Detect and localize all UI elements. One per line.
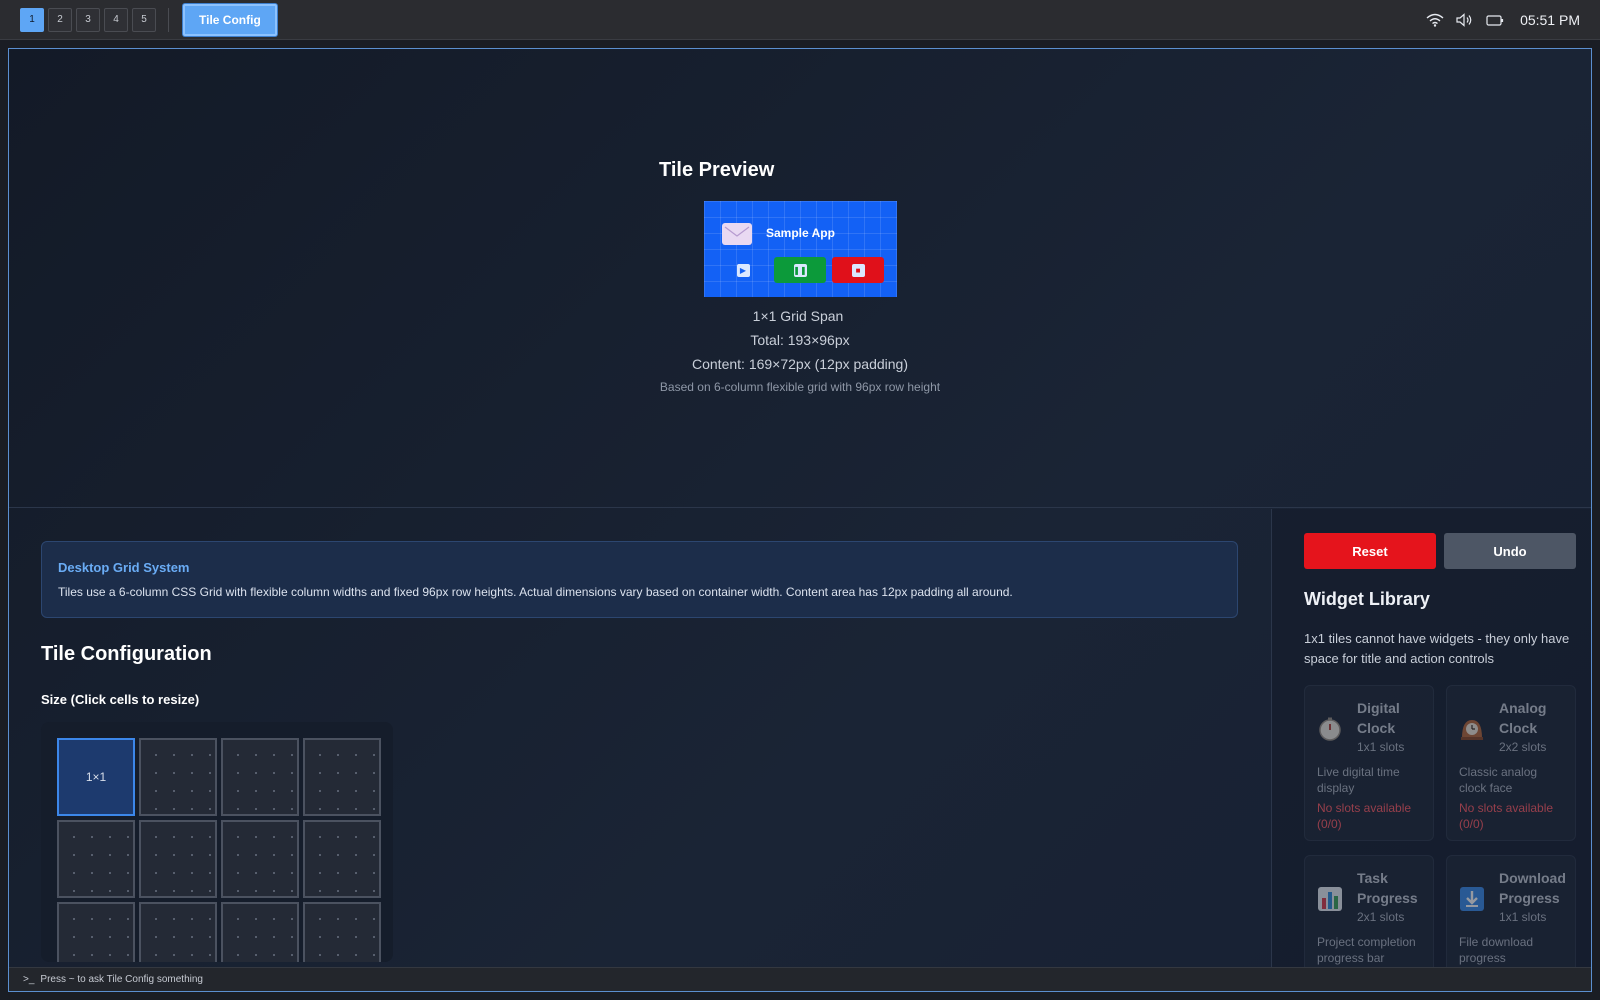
content-size-text: Content: 169×72px (12px padding) [692, 356, 908, 372]
widget-warning: No slots available (0/0) [1459, 801, 1554, 831]
workspace-2-button[interactable]: 2 [48, 7, 72, 32]
widget-name: Digital Clock [1357, 700, 1400, 736]
preview-title: Tile Preview [659, 159, 775, 181]
size-cell[interactable] [303, 738, 381, 816]
top-bar: 1 2 3 4 5 Tile Config 05:51 PM [0, 0, 1600, 40]
tile-config-window: Tile Preview Sample App ▶ ❚❚ ■ 1×1 Grid … [8, 48, 1592, 992]
widget-description: Project completion progress bar [1317, 935, 1416, 965]
widget-name: Download Progress [1499, 870, 1566, 906]
app-tab-tile-config[interactable]: Tile Config [183, 3, 277, 36]
divider [168, 7, 169, 32]
size-cell[interactable] [57, 820, 135, 898]
widget-description: Classic analog clock face [1459, 765, 1538, 795]
assistant-hint[interactable]: Press ~ to ask Tile Config something [40, 974, 203, 985]
stop-icon: ■ [851, 263, 865, 277]
tile-app-name: Sample App [766, 226, 835, 240]
size-cell[interactable] [57, 902, 135, 962]
widget-description: Live digital time display [1317, 765, 1400, 795]
size-cell[interactable] [139, 738, 217, 816]
grid-system-text: Tiles use a 6-column CSS Grid with flexi… [58, 585, 1013, 599]
clock[interactable]: 05:51 PM [1520, 12, 1580, 28]
bar-chart-icon [1317, 886, 1343, 912]
size-cell-1x1[interactable]: 1×1 [57, 738, 135, 816]
workspace-3-button[interactable]: 3 [76, 7, 100, 32]
size-label: Size (Click cells to resize) [41, 692, 200, 707]
size-cell[interactable] [221, 738, 299, 816]
workspace-1-button[interactable]: 1 [20, 7, 44, 32]
workspace-switcher: 1 2 3 4 5 [20, 7, 156, 32]
widget-library-title: Widget Library [1304, 589, 1430, 609]
size-picker-grid: 1×1 [41, 722, 393, 962]
sample-tile: Sample App ▶ ❚❚ ■ [704, 201, 897, 297]
widget-name: Task Progress [1357, 870, 1418, 906]
pause-button[interactable]: ❚❚ [774, 257, 826, 283]
size-cell[interactable] [221, 820, 299, 898]
widget-name: Analog Clock [1499, 700, 1547, 736]
widget-warning: No slots available (0/0) [1317, 801, 1412, 831]
widget-library-note: 1x1 tiles cannot have widgets - they onl… [1304, 631, 1570, 666]
grid-system-title: Desktop Grid System [58, 560, 190, 575]
grid-system-info-box: Desktop Grid System Tiles use a 6-column… [41, 541, 1238, 618]
widget-slots: 2x2 slots [1499, 740, 1547, 754]
size-cell[interactable] [303, 902, 381, 962]
stopwatch-icon [1317, 716, 1343, 742]
widget-slots: 1x1 slots [1357, 740, 1405, 754]
download-arrow-icon [1459, 886, 1485, 912]
volume-icon[interactable] [1456, 12, 1474, 27]
system-tray: 05:51 PM [1426, 12, 1580, 28]
size-cell[interactable] [139, 820, 217, 898]
total-size-text: Total: 193×96px [750, 332, 850, 348]
mail-icon [722, 223, 752, 245]
workspace-5-button[interactable]: 5 [132, 7, 156, 32]
reset-button[interactable]: Reset [1304, 533, 1436, 569]
size-cell[interactable] [303, 820, 381, 898]
undo-button[interactable]: Undo [1444, 533, 1576, 569]
size-cell[interactable] [221, 902, 299, 962]
size-cell[interactable] [139, 902, 217, 962]
widget-slots: 1x1 slots [1499, 910, 1547, 924]
tile-preview-panel: Tile Preview Sample App ▶ ❚❚ ■ 1×1 Grid … [9, 49, 1591, 508]
configuration-pane: Desktop Grid System Tiles use a 6-column… [9, 509, 1271, 991]
workspace-4-button[interactable]: 4 [104, 7, 128, 32]
widget-card-analog-clock[interactable]: Analog Clock 2x2 slots Classic analog cl… [1446, 685, 1576, 841]
wifi-icon[interactable] [1426, 13, 1444, 27]
tile-configuration-title: Tile Configuration [41, 643, 212, 665]
widget-card-digital-clock[interactable]: Digital Clock 1x1 slots Live digital tim… [1304, 685, 1434, 841]
play-button[interactable]: ▶ [717, 257, 769, 283]
grid-span-text: 1×1 Grid Span [752, 308, 844, 324]
widget-slots: 2x1 slots [1357, 910, 1405, 924]
widget-description: File download progress [1459, 935, 1534, 965]
play-icon: ▶ [736, 263, 750, 277]
terminal-prompt-icon: >_ [23, 974, 35, 985]
mantel-clock-icon [1459, 716, 1485, 742]
widget-library-pane: Reset Undo Widget Library 1x1 tiles cann… [1271, 509, 1591, 991]
grid-basis-text: Based on 6-column flexible grid with 96p… [659, 380, 941, 394]
battery-icon[interactable] [1486, 13, 1504, 27]
status-bar: >_ Press ~ to ask Tile Config something [9, 967, 1591, 991]
pause-icon: ❚❚ [793, 263, 807, 277]
stop-button[interactable]: ■ [832, 257, 884, 283]
